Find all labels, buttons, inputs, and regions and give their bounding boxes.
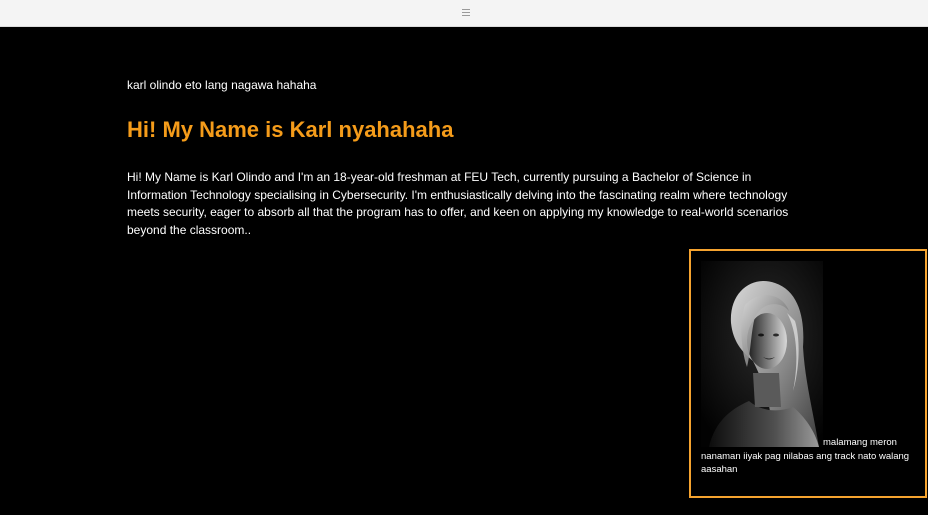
tagline: karl olindo eto lang nagawa hahaha — [127, 78, 317, 92]
top-navigation-bar — [0, 0, 928, 27]
intro-paragraph: Hi! My Name is Karl Olindo and I'm an 18… — [127, 170, 789, 237]
page-heading: Hi! My Name is Karl nyahahaha — [127, 117, 454, 142]
main-content: karl olindo eto lang nagawa hahaha Hi! M… — [0, 27, 928, 515]
hamburger-menu-icon[interactable] — [462, 9, 470, 17]
photo-card: malamang meron nanaman iiyak pag nilabas… — [689, 249, 927, 498]
photo-caption: malamang meron nanaman iiyak pag nilabas… — [701, 437, 910, 475]
profile-photo — [701, 261, 823, 447]
